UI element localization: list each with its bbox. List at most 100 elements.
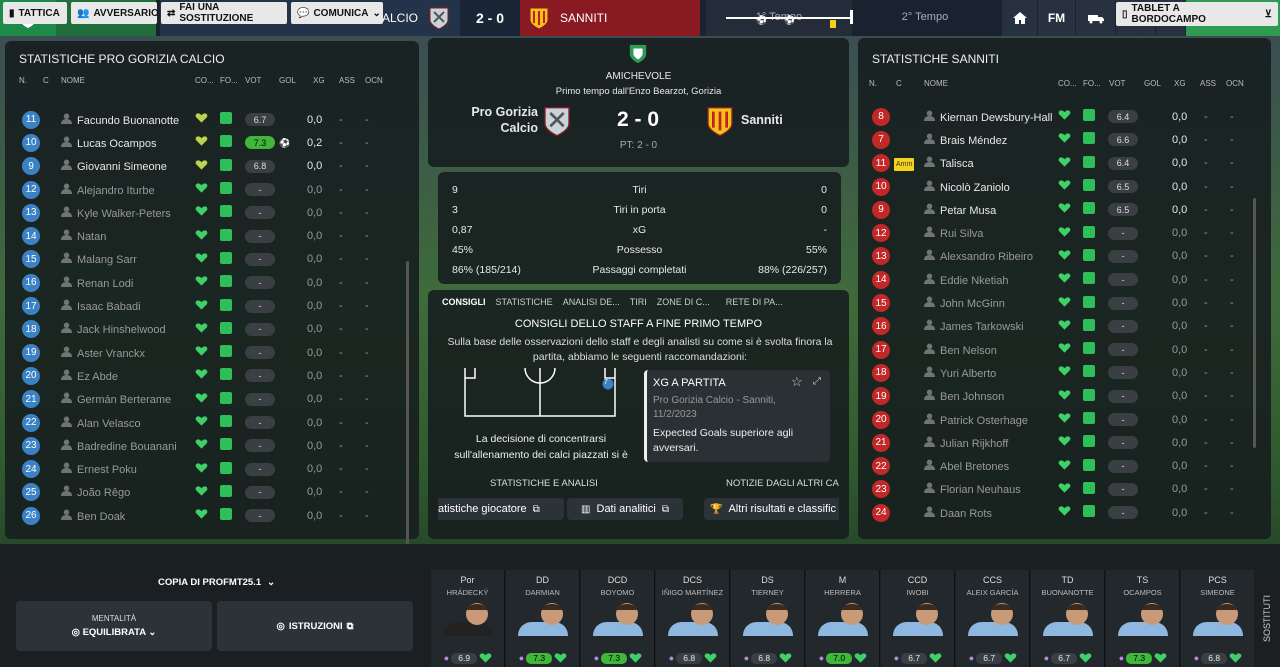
player-row[interactable]: 18 Yuri Alberto -0,0- - bbox=[858, 361, 1271, 384]
player-name[interactable]: Patrick Osterhage bbox=[940, 415, 1028, 427]
player-row[interactable]: 18 Jack Hinshelwood - 0,0 - - bbox=[5, 318, 419, 341]
player-name[interactable]: Petar Musa bbox=[940, 205, 996, 217]
player-row[interactable]: 11 Amm Talisca 6.4 0,0 - - bbox=[858, 152, 1271, 175]
tattica-button[interactable]: ▮ TATTICA bbox=[3, 2, 67, 24]
player-row[interactable]: 22 Alan Velasco - 0,0 - - bbox=[5, 411, 419, 434]
player-name[interactable]: Ben Doak bbox=[77, 511, 125, 523]
player-name[interactable]: Aster Vranckx bbox=[77, 348, 145, 360]
player-name[interactable]: Brais Méndez bbox=[940, 135, 1007, 147]
col-forma[interactable]: FO... bbox=[220, 76, 245, 85]
player-stats-button[interactable]: atistiche giocatore ⧉ bbox=[438, 498, 564, 520]
tab-zone[interactable]: ZONE DI C... bbox=[657, 297, 710, 307]
player-name[interactable]: Yuri Alberto bbox=[940, 368, 996, 380]
col-c[interactable]: C bbox=[43, 76, 61, 85]
avversario-button[interactable]: 👥 AVVERSARIO bbox=[71, 2, 159, 24]
tab-statistiche[interactable]: STATISTICHE bbox=[496, 297, 553, 307]
star-icon[interactable]: ☆ bbox=[791, 374, 803, 390]
player-name[interactable]: Kiernan Dewsbury-Hall bbox=[940, 112, 1053, 124]
player-name[interactable]: Germán Berterame bbox=[77, 394, 171, 406]
player-name[interactable]: Malang Sarr bbox=[77, 254, 137, 266]
expand-icon[interactable]: ⤢ bbox=[813, 376, 821, 387]
col-ocn[interactable]: OCN bbox=[1226, 79, 1252, 88]
tablet-button[interactable]: ▯ TABLET A BORDOCAMPO ⊻ bbox=[1116, 2, 1278, 26]
col-ass[interactable]: ASS bbox=[339, 76, 365, 85]
player-row[interactable]: 24 Daan Rots - 0,0 - - bbox=[858, 501, 1271, 524]
player-name[interactable]: Renan Lodi bbox=[77, 278, 133, 290]
istruzioni-button[interactable]: ◎ ISTRUZIONI ⧉ bbox=[217, 601, 413, 651]
player-card[interactable]: TD BUONANOTTE ● 6.7 bbox=[1031, 570, 1105, 667]
player-name[interactable]: Rui Silva bbox=[940, 228, 983, 240]
player-row[interactable]: 20 Patrick Osterhage -0,0- - bbox=[858, 408, 1271, 431]
player-card[interactable]: DS TIERNEY ● 6.8 bbox=[731, 570, 805, 667]
player-name[interactable]: João Rêgo bbox=[77, 487, 130, 499]
player-row[interactable]: 19 Ben Johnson -0,0- - bbox=[858, 385, 1271, 408]
player-row[interactable]: 15 Malang Sarr - 0,0 - - bbox=[5, 248, 419, 271]
player-row[interactable]: 8 Kiernan Dewsbury-Hall 6.4 0,0 - - bbox=[858, 105, 1271, 128]
transfer-icon[interactable] bbox=[1076, 0, 1116, 36]
player-row[interactable]: 26 Ben Doak - 0,0 - - bbox=[5, 504, 419, 527]
col-condizione[interactable]: CO... bbox=[1058, 79, 1083, 88]
tab-rete[interactable]: RETE DI PA... bbox=[726, 297, 783, 307]
player-name[interactable]: Kyle Walker-Peters bbox=[77, 208, 171, 220]
player-row[interactable]: 23 Badredine Bouanani - 0,0 - - bbox=[5, 434, 419, 457]
player-name[interactable]: Nicolò Zaniolo bbox=[940, 182, 1010, 194]
player-row[interactable]: 20 Ez Abde - 0,0 - - bbox=[5, 364, 419, 387]
tactic-selector[interactable]: COPIA DI PROFMT25.1 ⌄ bbox=[158, 577, 275, 588]
xg-card[interactable]: XG A PARTITA ☆ ⤢ Pro Gorizia Calcio - Sa… bbox=[644, 370, 830, 462]
player-name[interactable]: Alan Velasco bbox=[77, 418, 141, 430]
away-team-name[interactable]: Sanniti bbox=[741, 113, 783, 127]
fm-button[interactable]: FM bbox=[1038, 0, 1076, 36]
match-timeline[interactable]: 1° Tempo ⚽ ⚽ 2° Tempo bbox=[706, 0, 998, 36]
player-name[interactable]: Giovanni Simeone bbox=[77, 161, 167, 173]
player-card[interactable]: Por HRÁDECKÝ ● 6.9 bbox=[431, 570, 505, 667]
player-row[interactable]: 13 Alexsandro Ribeiro -0,0- - bbox=[858, 245, 1271, 268]
player-card[interactable]: DCD BOYOMO ● 7.3 bbox=[581, 570, 655, 667]
player-row[interactable]: 9 Petar Musa 6.5 0,0- - bbox=[858, 198, 1271, 221]
player-name[interactable]: Eddie Nketiah bbox=[940, 275, 1009, 287]
col-ocn[interactable]: OCN bbox=[365, 76, 391, 85]
player-row[interactable]: 10 Nicolò Zaniolo 6.5 0,0 - - bbox=[858, 175, 1271, 198]
player-name[interactable]: Natan bbox=[77, 231, 106, 243]
col-n[interactable]: N. bbox=[5, 76, 43, 85]
player-name[interactable]: Talisca bbox=[940, 158, 974, 170]
player-name[interactable]: Badredine Bouanani bbox=[77, 441, 177, 453]
col-gol[interactable]: GOL bbox=[279, 76, 313, 85]
sostituti-tab[interactable]: SOSTITUTI bbox=[1254, 570, 1280, 667]
player-name[interactable]: Ernest Poku bbox=[77, 464, 137, 476]
player-name[interactable]: Lucas Ocampos bbox=[77, 138, 156, 150]
player-row[interactable]: 16 Renan Lodi - 0,0 - - bbox=[5, 271, 419, 294]
col-n[interactable]: N. bbox=[858, 79, 896, 88]
player-row[interactable]: 14 Eddie Nketiah -0,0- - bbox=[858, 268, 1271, 291]
col-vot[interactable]: VOT bbox=[245, 76, 279, 85]
player-row[interactable]: 16 James Tarkowski -0,0- - bbox=[858, 315, 1271, 338]
player-row[interactable]: 12 Alejandro Iturbe - 0,0 - - bbox=[5, 178, 419, 201]
player-card[interactable]: DCS IÑIGO MARTÍNEZ ● 6.8 bbox=[656, 570, 730, 667]
col-vot[interactable]: VOT bbox=[1109, 79, 1144, 88]
home-icon[interactable] bbox=[1002, 0, 1038, 36]
player-name[interactable]: Ez Abde bbox=[77, 371, 118, 383]
scrollbar[interactable] bbox=[406, 261, 409, 561]
player-card[interactable]: PCS SIMEONE ● 6.8 bbox=[1181, 570, 1255, 667]
comunica-button[interactable]: 💬 COMUNICA ⌄ bbox=[291, 2, 383, 24]
player-card[interactable]: TS OCAMPOS ● 7.3 bbox=[1106, 570, 1180, 667]
player-name[interactable]: Ben Johnson bbox=[940, 391, 1004, 403]
tab-tiri[interactable]: TIRI bbox=[630, 297, 647, 307]
sostituzione-button[interactable]: ⇄ FAI UNA SOSTITUZIONE bbox=[161, 2, 287, 24]
player-name[interactable]: Ben Nelson bbox=[940, 345, 997, 357]
player-row[interactable]: 7 Brais Méndez 6.6 0,0 - - bbox=[858, 128, 1271, 151]
analytics-button[interactable]: ▥ Dati analitici ⧉ bbox=[567, 498, 683, 520]
player-name[interactable]: Facundo Buonanotte bbox=[77, 115, 179, 127]
player-row[interactable]: 22 Abel Bretones - 0,0 - - bbox=[858, 454, 1271, 477]
player-card[interactable]: M HERRERA ● 7.0 bbox=[806, 570, 880, 667]
player-name[interactable]: Jack Hinshelwood bbox=[77, 324, 166, 336]
player-row[interactable]: 11 Facundo Buonanotte 6.7 0,0 - - bbox=[5, 108, 419, 131]
player-row[interactable]: 9 Giovanni Simeone 6.8 0,0 - - bbox=[5, 155, 419, 178]
player-name[interactable]: Florian Neuhaus bbox=[940, 484, 1021, 496]
player-row[interactable]: 23 Florian Neuhaus - 0,0 - - bbox=[858, 478, 1271, 501]
col-xg[interactable]: XG bbox=[1174, 79, 1200, 88]
scrollbar[interactable] bbox=[1253, 198, 1256, 448]
player-row[interactable]: 10 Lucas Ocampos 7.3 ⚽ 0,2 - - bbox=[5, 131, 419, 154]
player-card[interactable]: CCS ALEIX GARCÍA ● 6.7 bbox=[956, 570, 1030, 667]
player-name[interactable]: Isaac Babadi bbox=[77, 301, 141, 313]
player-row[interactable]: 14 Natan - 0,0 - - bbox=[5, 224, 419, 247]
